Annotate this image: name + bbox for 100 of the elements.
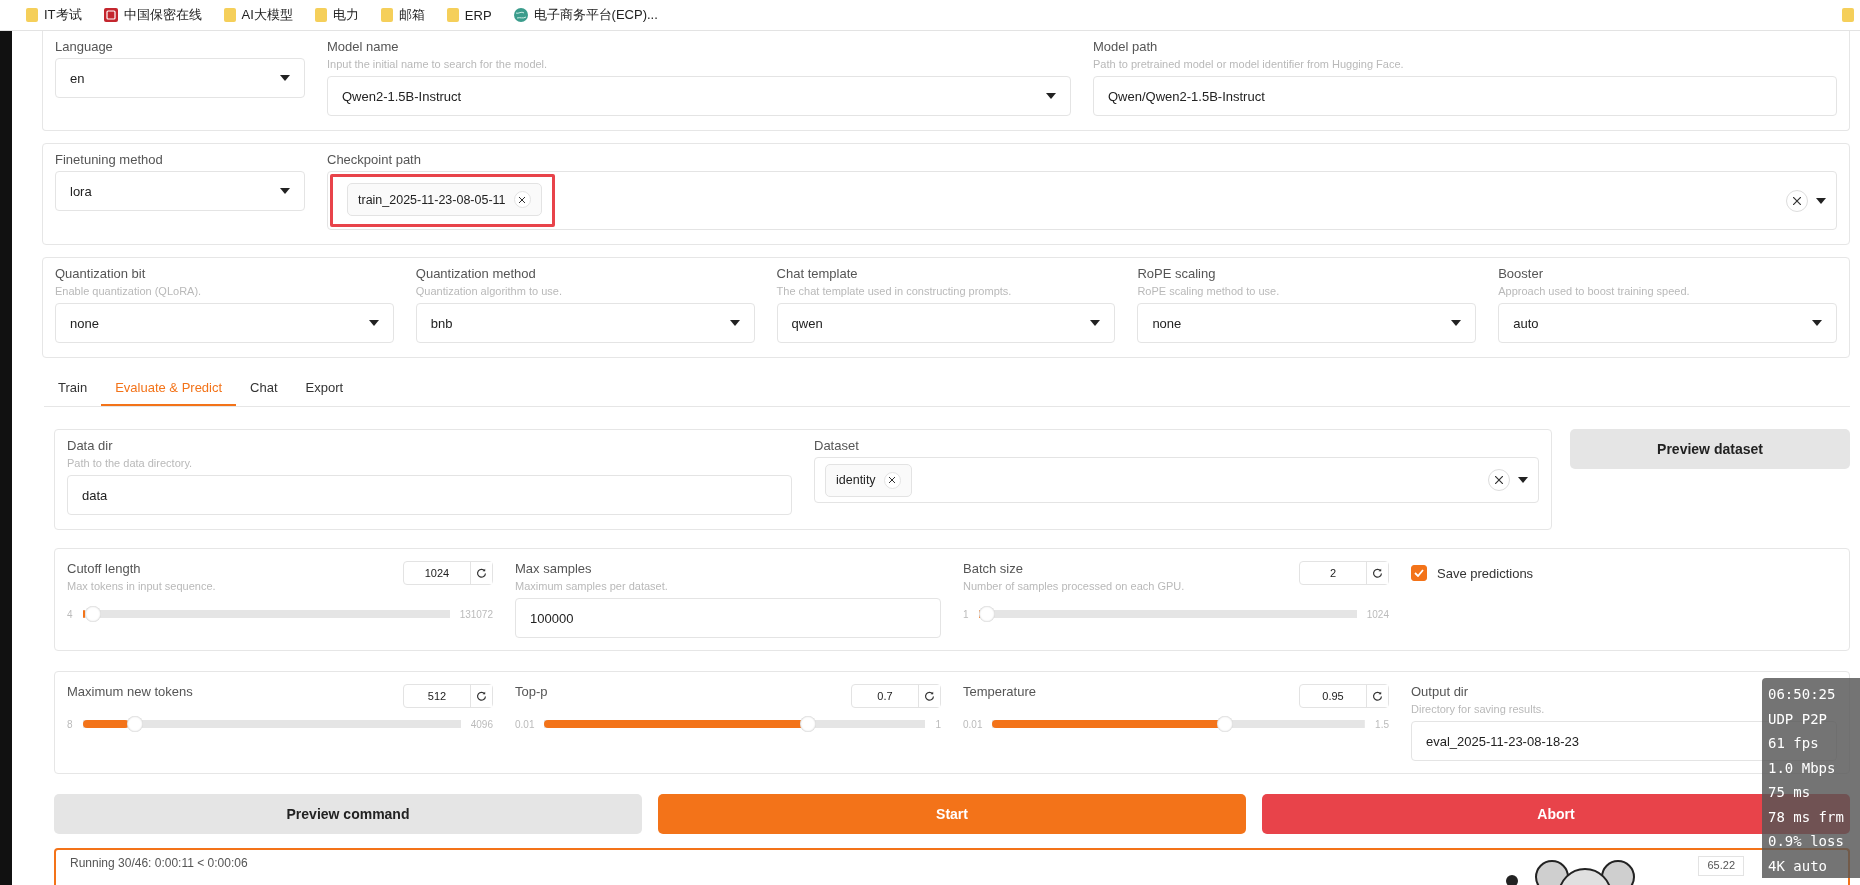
- field-label: Maximum new tokens: [67, 684, 193, 699]
- folder-icon: [446, 8, 459, 22]
- dropdown[interactable]: lora: [55, 171, 305, 211]
- dropdown-caret-icon: [368, 320, 379, 326]
- selected-chip[interactable]: identity: [825, 463, 912, 497]
- stats-line: 1.0 Mbps: [1768, 758, 1837, 778]
- field-label: Checkpoint path: [327, 152, 421, 167]
- slider-max: 1.5: [1375, 718, 1389, 730]
- field-hint: Input the initial name to search for the model.: [327, 58, 548, 70]
- dropdown-caret-icon: [1816, 197, 1826, 204]
- field-hint: Path to pretrained model or model identifier from Hugging Face.: [1093, 58, 1404, 70]
- tab[interactable]: Chat: [236, 370, 292, 406]
- field-label: Quantization method: [415, 266, 536, 281]
- input-field[interactable]: data: [67, 475, 792, 515]
- slider-min: 1: [963, 608, 969, 620]
- bookmark-link[interactable]: 电子商务平台(ECP)...: [513, 6, 658, 24]
- clear-icon: [1495, 476, 1503, 484]
- field-label: Chat template: [776, 266, 858, 281]
- checkbox[interactable]: [1411, 565, 1427, 581]
- field-label: RoPE scaling: [1137, 266, 1216, 281]
- field-label: Batch size: [963, 561, 1024, 576]
- tab[interactable]: Train: [44, 370, 102, 406]
- slider-thumb[interactable]: [799, 716, 816, 732]
- globe-icon: [513, 8, 528, 22]
- dropdown-caret-icon: [1518, 477, 1528, 483]
- field-hint: Number of samples processed on each GPU.: [963, 580, 1185, 592]
- field-hint: Directory for saving results.: [1411, 703, 1545, 715]
- folder-icon: [1842, 8, 1854, 22]
- bookmark-link[interactable]: IT考试: [26, 6, 82, 24]
- field-label: Cutoff length: [67, 561, 142, 576]
- progress-text: Running 30/46: 0:00:11 < 0:00:06: [70, 856, 248, 872]
- field-hint: Path to the data directory.: [67, 457, 193, 469]
- stats-line: 06:50:25: [1768, 685, 1837, 704]
- dropdown-caret-icon: [1451, 320, 1462, 326]
- stats-line: 4K auto: [1768, 856, 1828, 876]
- preview-dataset-button[interactable]: Preview dataset: [1570, 429, 1850, 469]
- stats-line: 78 ms frm: [1768, 807, 1845, 827]
- selected-chip[interactable]: train_2025-11-23-08-05-11: [347, 183, 542, 216]
- input-field[interactable]: Qwen/Qwen2-1.5B-Instruct: [1093, 76, 1837, 116]
- clear-icon: [1793, 196, 1801, 205]
- remove-icon: [889, 477, 896, 483]
- field-label: Language: [55, 39, 113, 54]
- field-hint: RoPE scaling method to use.: [1137, 285, 1280, 297]
- field-hint: The chat template used in constructing prompts.: [776, 285, 1012, 297]
- dropdown[interactable]: auto: [1498, 303, 1837, 343]
- field-label: Dataset: [814, 438, 859, 453]
- dropdown[interactable]: none: [1137, 303, 1477, 343]
- action-button[interactable]: Preview command: [54, 794, 642, 834]
- slider-max: 1: [935, 718, 941, 730]
- folder-icon: [223, 8, 236, 22]
- dropdown-caret-icon: [280, 188, 290, 194]
- seal-icon: [103, 8, 118, 22]
- slider-max: 4096: [470, 718, 493, 730]
- dropdown[interactable]: Qwen2-1.5B-Instruct: [327, 76, 1071, 116]
- field-label: Model path: [1093, 39, 1158, 54]
- dropdown-caret-icon: [280, 75, 290, 81]
- field-label: Max samples: [515, 561, 592, 576]
- save-predictions-checkbox[interactable]: Save predictions: [1411, 561, 1534, 585]
- bookmark-link[interactable]: ERP: [446, 7, 492, 23]
- stats-line: 0.9% loss: [1768, 832, 1845, 851]
- input-field[interactable]: 100000: [515, 598, 941, 638]
- folder-icon: [26, 8, 38, 22]
- dropdown[interactable]: none: [55, 303, 394, 343]
- bookmark-link[interactable]: 电力: [314, 6, 359, 24]
- field-hint: Quantization algorithm to use.: [415, 285, 562, 297]
- field-label: Temperature: [963, 684, 1036, 699]
- field-hint: Max tokens in input sequence.: [67, 580, 216, 592]
- field-label: Finetuning method: [55, 152, 163, 167]
- slider-max: 131072: [459, 608, 493, 620]
- slider-min: 8: [67, 718, 73, 730]
- dropdown[interactable]: qwen: [776, 303, 1116, 343]
- slider-thumb[interactable]: [127, 716, 144, 732]
- field-label: Output dir: [1411, 684, 1469, 699]
- bookmark-link[interactable]: 邮箱: [380, 6, 425, 24]
- field-label: Data dir: [67, 438, 113, 453]
- dropdown-caret-icon: [1090, 320, 1101, 326]
- progress-value: 65.22: [1698, 856, 1744, 876]
- slider-thumb[interactable]: [85, 606, 102, 622]
- dropdown[interactable]: bnb: [415, 303, 755, 343]
- folder-icon: [314, 8, 327, 22]
- bookmark-link[interactable]: AI大模型: [223, 6, 293, 24]
- multiselect-field[interactable]: train_2025-11-23-08-05-11: [327, 171, 1837, 230]
- field-label: Model name: [327, 39, 399, 54]
- dropdown-caret-icon: [1812, 320, 1822, 326]
- slider-max: 1024: [1366, 608, 1389, 620]
- slider-min: 0.01: [515, 718, 535, 730]
- field-label: Top-p: [515, 684, 548, 699]
- slider-thumb[interactable]: [978, 606, 995, 622]
- field-label: Quantization bit: [55, 266, 146, 281]
- multiselect-field[interactable]: identity: [814, 457, 1539, 503]
- slider-thumb[interactable]: [1217, 716, 1234, 732]
- dropdown-caret-icon: [1046, 93, 1056, 99]
- dropdown-caret-icon: [729, 320, 740, 326]
- tab[interactable]: Export: [291, 370, 358, 406]
- slider-min: 4: [67, 608, 73, 620]
- bookmark-link[interactable]: 中国保密在线: [103, 6, 202, 24]
- field-hint: Maximum samples per dataset.: [515, 580, 668, 592]
- field-label: Booster: [1498, 266, 1543, 281]
- field-hint: Enable quantization (QLoRA).: [55, 285, 202, 297]
- dropdown[interactable]: en: [55, 58, 305, 98]
